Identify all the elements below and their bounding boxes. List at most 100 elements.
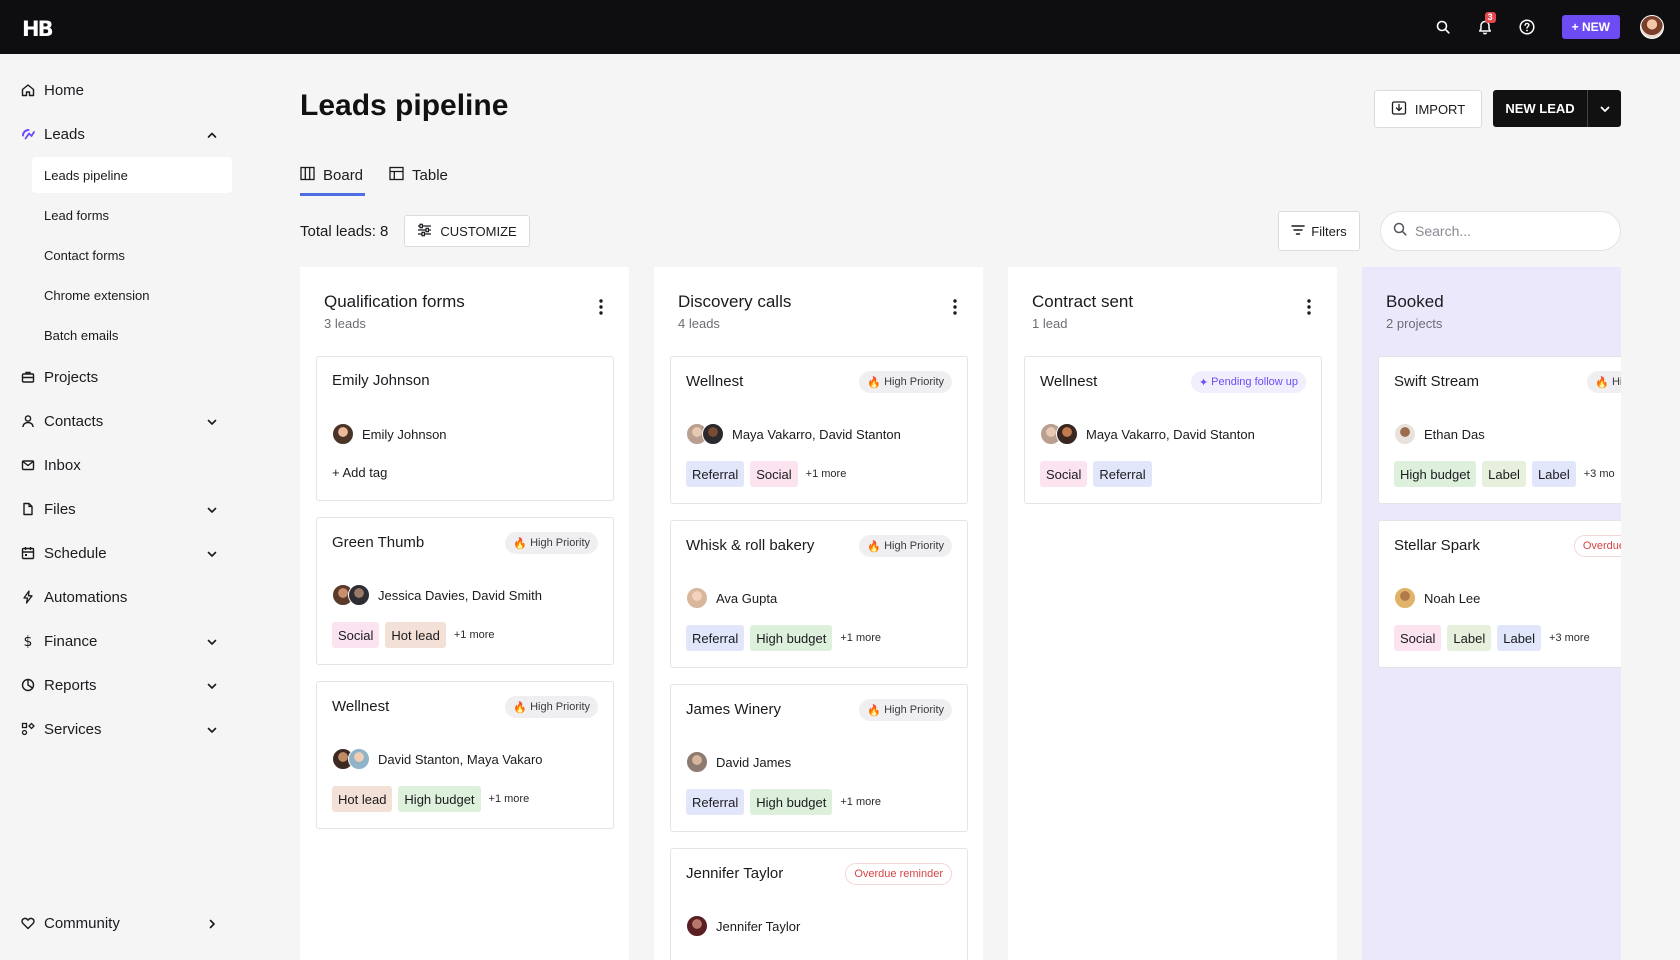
tab-board[interactable]: Board (300, 154, 366, 196)
avatar (686, 915, 708, 937)
card-people: David James (686, 751, 791, 773)
chevron-down-icon (206, 503, 218, 520)
sidebar-subitem-lead-forms[interactable]: Lead forms (32, 197, 232, 233)
sidebar-item-schedule[interactable]: Schedule (0, 537, 240, 569)
tag[interactable]: Social (1040, 461, 1088, 487)
main-content: Leads pipeline IMPORT NEW LEAD Board Tab… (240, 54, 1680, 960)
tag[interactable]: High budget (750, 789, 833, 815)
sidebar-item-label: Finance (44, 632, 98, 650)
lead-card[interactable]: Wellnest ✦ Pending follow up Maya Vakarro… (1024, 356, 1322, 504)
lead-card[interactable]: Emily Johnson Emily Johnson + Add tag (316, 356, 614, 501)
tag[interactable]: Referral (1093, 461, 1152, 487)
overdue-badge: Overdue ren (1573, 535, 1621, 557)
avatar (348, 584, 370, 606)
tag[interactable]: Hot lead (332, 786, 393, 812)
tag[interactable]: High budget (750, 625, 833, 651)
new-button[interactable]: + NEW (1561, 15, 1620, 39)
avatar (332, 423, 354, 445)
more-vertical-icon[interactable] (1307, 299, 1311, 320)
sidebar-item-community[interactable]: Community (0, 907, 240, 939)
sidebar-subitem-batch-emails[interactable]: Batch emails (32, 317, 232, 353)
new-lead-button[interactable]: NEW LEAD (1493, 90, 1621, 127)
sidebar-item-home[interactable]: Home (0, 74, 240, 106)
pipeline-board: Qualification forms 3 leads Emily Johnso… (300, 267, 1621, 960)
more-vertical-icon[interactable] (599, 299, 603, 320)
search-icon[interactable] (1422, 0, 1464, 54)
tag[interactable]: Label (1531, 461, 1576, 487)
more-tags[interactable]: +1 more (804, 468, 847, 480)
search-box[interactable] (1380, 211, 1621, 251)
tag[interactable]: Social (332, 622, 380, 648)
import-button[interactable]: IMPORT (1374, 90, 1482, 128)
add-tag-link[interactable]: + Add tag (332, 465, 387, 480)
help-icon[interactable] (1506, 0, 1548, 54)
lead-card[interactable]: James Winery 🔥 High Priority David James … (670, 684, 968, 832)
search-icon (1393, 222, 1407, 241)
more-vertical-icon[interactable] (953, 299, 957, 320)
card-title: Wellnest (1040, 373, 1098, 390)
total-row: Total leads: 8 CUSTOMIZE (300, 215, 530, 247)
sidebar-subitem-contact-forms[interactable]: Contact forms (32, 237, 232, 273)
avatar (348, 748, 370, 770)
tag[interactable]: Referral (686, 461, 745, 487)
sidebar-item-leads[interactable]: Leads (0, 118, 240, 150)
tag-list: Referral High budget +1 more (686, 789, 881, 815)
sidebar-subitem-chrome-extension[interactable]: Chrome extension (32, 277, 232, 313)
project-card[interactable]: Stellar Spark Overdue ren Noah Lee Socia… (1378, 520, 1621, 668)
more-tags[interactable]: +1 more (452, 629, 495, 641)
people-names: Jennifer Taylor (716, 918, 801, 934)
lead-card[interactable]: Jennifer Taylor Overdue reminder Jennife… (670, 848, 968, 960)
customize-button[interactable]: CUSTOMIZE (404, 215, 530, 247)
fire-icon: 🔥 (1595, 376, 1609, 389)
page-title: Leads pipeline (300, 89, 509, 122)
user-avatar[interactable] (1640, 15, 1664, 39)
fire-icon: 🔥 (513, 537, 528, 550)
board-icon (300, 166, 315, 185)
sidebar-item-reports[interactable]: Reports (0, 669, 240, 701)
tag[interactable]: High budget (1394, 461, 1477, 487)
tag[interactable]: Social (1394, 625, 1442, 651)
tag-list: Social Referral (1040, 461, 1152, 487)
lead-card[interactable]: Wellnest 🔥 High Priority Maya Vakarro, Da… (670, 356, 968, 504)
sidebar-item-projects[interactable]: Projects (0, 361, 240, 393)
tab-table[interactable]: Table (389, 154, 450, 196)
sidebar-item-label: Contacts (44, 412, 104, 430)
more-tags[interactable]: +3 more (1547, 632, 1590, 644)
priority-badge: 🔥 High Priority (859, 535, 952, 557)
tag[interactable]: Label (1482, 461, 1526, 487)
tag[interactable]: Referral (686, 789, 745, 815)
more-tags[interactable]: +1 more (838, 796, 881, 808)
tag[interactable]: Label (1497, 625, 1542, 651)
card-people: Noah Lee (1394, 587, 1480, 609)
bell-icon[interactable]: 3 (1464, 0, 1506, 54)
sidebar-item-label: Files (44, 500, 76, 518)
lead-card[interactable]: Whisk & roll bakery 🔥 High Priority Ava G… (670, 520, 968, 668)
people-names: Ava Gupta (716, 590, 778, 606)
sidebar-item-contacts[interactable]: Contacts (0, 405, 240, 437)
app-logo[interactable]: HB (22, 17, 54, 41)
more-tags[interactable]: +3 mo (1582, 468, 1615, 480)
search-input[interactable] (1415, 223, 1595, 239)
tag[interactable]: Social (750, 461, 798, 487)
home-icon (20, 82, 36, 98)
lead-card[interactable]: Green Thumb 🔥 High Priority Jessica Davie… (316, 517, 614, 665)
sidebar-item-inbox[interactable]: Inbox (0, 449, 240, 481)
table-icon (389, 166, 404, 185)
sidebar-subitem-leads-pipeline[interactable]: Leads pipeline (32, 157, 232, 193)
people-names: Maya Vakarro, David Stanton (732, 426, 901, 442)
sidebar-item-finance[interactable]: $ Finance (0, 625, 240, 657)
chevron-down-icon[interactable] (1588, 103, 1621, 115)
tag[interactable]: Hot lead (385, 622, 446, 648)
tag[interactable]: Referral (686, 625, 745, 651)
sidebar-item-automations[interactable]: Automations (0, 581, 240, 613)
tag[interactable]: High budget (398, 786, 481, 812)
tag[interactable]: Label (1447, 625, 1492, 651)
project-card[interactable]: Swift Stream 🔥High P Ethan Das High budg… (1378, 356, 1621, 504)
lead-card[interactable]: Wellnest 🔥 High Priority David Stanton, M… (316, 681, 614, 829)
more-tags[interactable]: +1 more (838, 632, 881, 644)
sidebar: Home Leads Leads pipeline Lead forms Con… (0, 54, 240, 960)
sidebar-item-services[interactable]: Services (0, 713, 240, 745)
sidebar-item-files[interactable]: Files (0, 493, 240, 525)
filters-button[interactable]: Filters (1278, 211, 1360, 251)
more-tags[interactable]: +1 more (487, 793, 530, 805)
